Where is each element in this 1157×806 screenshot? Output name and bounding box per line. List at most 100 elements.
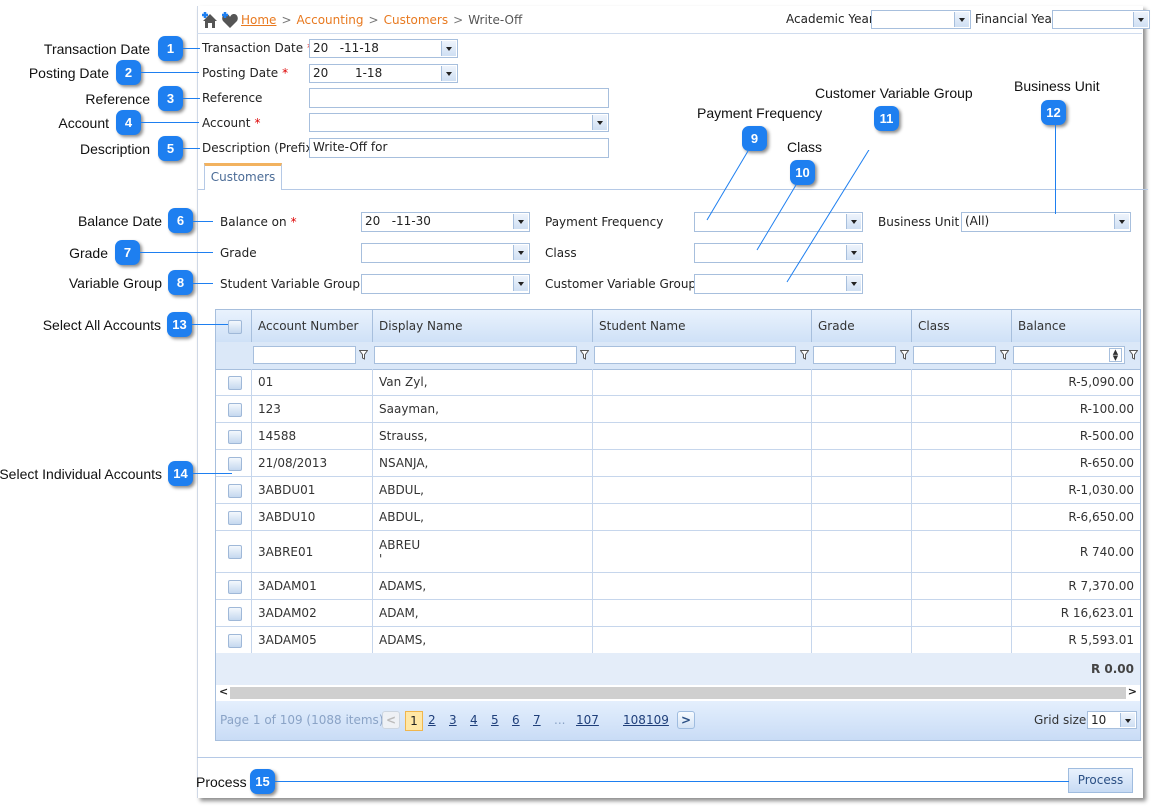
table-row[interactable]: 3ADAM05 ADAMS, R 5,593.01 (216, 627, 1140, 654)
filter-class-input[interactable] (913, 346, 996, 364)
select-all-checkbox[interactable] (228, 320, 242, 334)
next-page-button[interactable]: > (677, 711, 695, 729)
chevron-down-icon[interactable] (1114, 214, 1129, 229)
row-checkbox[interactable] (228, 402, 242, 417)
filter-icon[interactable] (580, 350, 589, 360)
row-checkbox[interactable] (228, 375, 242, 390)
column-header-class[interactable]: Class (911, 310, 1011, 342)
page-link-108[interactable]: 108 (623, 713, 646, 727)
business-unit-select[interactable]: (All) (961, 212, 1131, 232)
callout-line (706, 150, 749, 221)
add-home-icon[interactable] (201, 11, 219, 29)
column-header-account-number[interactable]: Account Number (251, 310, 372, 342)
spin-up-down-icon[interactable]: ▲ ▼ (1109, 348, 1122, 362)
page-link-7[interactable]: 7 (533, 713, 541, 727)
breadcrumb-home[interactable]: Home (241, 13, 276, 27)
student-variable-group-label: Student Variable Group (220, 277, 360, 291)
row-checkbox[interactable] (228, 633, 242, 648)
reference-input[interactable] (309, 88, 609, 108)
calendar-dropdown-icon[interactable] (441, 41, 456, 56)
table-row[interactable]: 3ABDU01 ABDUL, R-1,030.00 (216, 477, 1140, 504)
filter-icon[interactable] (900, 350, 909, 360)
table-row[interactable]: 21/08/2013 NSANJA, R-650.00 (216, 450, 1140, 477)
scroll-left-icon[interactable]: < (219, 685, 228, 698)
row-checkbox[interactable] (228, 579, 242, 594)
filter-balance-input[interactable]: ▲ ▼ (1013, 346, 1125, 364)
filter-icon[interactable] (1000, 350, 1009, 360)
transaction-date-input[interactable]: 20 -11-18 (309, 39, 458, 58)
table-row[interactable]: 3ADAM02 ADAM, R 16,623.01 (216, 600, 1140, 627)
chevron-down-icon[interactable] (1120, 713, 1135, 727)
grade-select[interactable] (361, 243, 530, 263)
reference-label: Reference (202, 91, 263, 105)
callout-badge: 2 (116, 60, 141, 85)
pager-summary: Page 1 of 109 (1088 items) (220, 713, 384, 727)
table-row[interactable]: 01 Van Zyl, R-5,090.00 (216, 369, 1140, 396)
row-checkbox[interactable] (228, 456, 242, 471)
cell-student-name (592, 396, 811, 422)
table-row[interactable]: 3ABDU10 ABDUL, R-6,650.00 (216, 504, 1140, 531)
cell-student-name (592, 477, 811, 503)
calendar-dropdown-icon[interactable] (441, 66, 456, 81)
chevron-down-icon[interactable] (513, 276, 528, 291)
filter-student-name-input[interactable] (594, 346, 796, 364)
page-link-3[interactable]: 3 (449, 713, 457, 727)
cell-account-number-text: 3ABDU01 (258, 483, 316, 497)
cell-class (911, 450, 1011, 476)
filter-account-number-input[interactable] (253, 346, 356, 364)
page-link-107[interactable]: 107 (576, 713, 599, 727)
annotation-label: Grade (69, 245, 108, 261)
callout-badge: 3 (158, 86, 183, 111)
filter-grade-input[interactable] (813, 346, 896, 364)
student-variable-group-select[interactable] (361, 274, 530, 294)
column-header-grade[interactable]: Grade (811, 310, 911, 342)
filter-icon[interactable] (359, 350, 368, 360)
chevron-down-icon[interactable] (513, 245, 528, 260)
filter-display-name-input[interactable] (374, 346, 577, 364)
grid-size-select[interactable]: 10 (1087, 711, 1137, 729)
scroll-right-icon[interactable]: > (1128, 685, 1137, 698)
row-checkbox[interactable] (228, 483, 242, 498)
balance-on-input[interactable]: 20 -11-30 (361, 212, 530, 232)
table-row[interactable]: 3ABRE01 ABREU ' R 740.00 (216, 531, 1140, 573)
column-header-student-name[interactable]: Student Name (592, 310, 811, 342)
callout-badge: 14 (168, 461, 193, 486)
table-row[interactable]: 14588 Strauss, R-500.00 (216, 423, 1140, 450)
cell-student-name (592, 369, 811, 395)
row-checkbox[interactable] (228, 606, 242, 621)
account-select[interactable] (309, 113, 609, 132)
page-link-1[interactable]: 1 (405, 711, 423, 731)
page-link-5[interactable]: 5 (491, 713, 499, 727)
description-input[interactable]: Write-Off for (309, 138, 609, 158)
tab-customers[interactable]: Customers (204, 163, 282, 190)
add-favorite-icon[interactable] (221, 11, 239, 29)
grid-size-label: Grid size: (1034, 713, 1091, 727)
chevron-down-icon[interactable] (954, 12, 969, 27)
posting-date-input[interactable]: 20 1-18 (309, 64, 458, 83)
horizontal-scrollbar[interactable]: < > (216, 685, 1140, 701)
scrollbar-thumb[interactable] (230, 687, 1126, 699)
page-link-6[interactable]: 6 (512, 713, 520, 727)
filter-icon[interactable] (1129, 350, 1138, 360)
academic-year-select[interactable] (871, 10, 971, 29)
column-header-balance[interactable]: Balance (1011, 310, 1140, 342)
table-row[interactable]: 3ADAM01 ADAMS, R 7,370.00 (216, 573, 1140, 600)
row-checkbox[interactable] (228, 510, 242, 525)
column-header-display-name[interactable]: Display Name (372, 310, 592, 342)
page-link-109[interactable]: 109 (646, 713, 669, 727)
page-link-2[interactable]: 2 (428, 713, 436, 727)
row-checkbox[interactable] (228, 545, 242, 559)
chevron-down-icon[interactable] (1133, 12, 1148, 27)
previous-page-button[interactable]: < (382, 711, 400, 729)
cell-account-number: 3ABDU10 (251, 504, 372, 530)
financial-year-select[interactable] (1052, 10, 1150, 29)
calendar-dropdown-icon[interactable] (513, 214, 528, 229)
filter-icon[interactable] (800, 350, 809, 360)
row-checkbox[interactable] (228, 429, 242, 444)
table-row[interactable]: 123 Saayman, R-100.00 (216, 396, 1140, 423)
breadcrumb-accounting[interactable]: Accounting (297, 13, 364, 27)
process-button[interactable]: Process (1068, 768, 1133, 793)
breadcrumb-customers[interactable]: Customers (384, 13, 449, 27)
chevron-down-icon[interactable] (592, 115, 607, 130)
page-link-4[interactable]: 4 (470, 713, 478, 727)
